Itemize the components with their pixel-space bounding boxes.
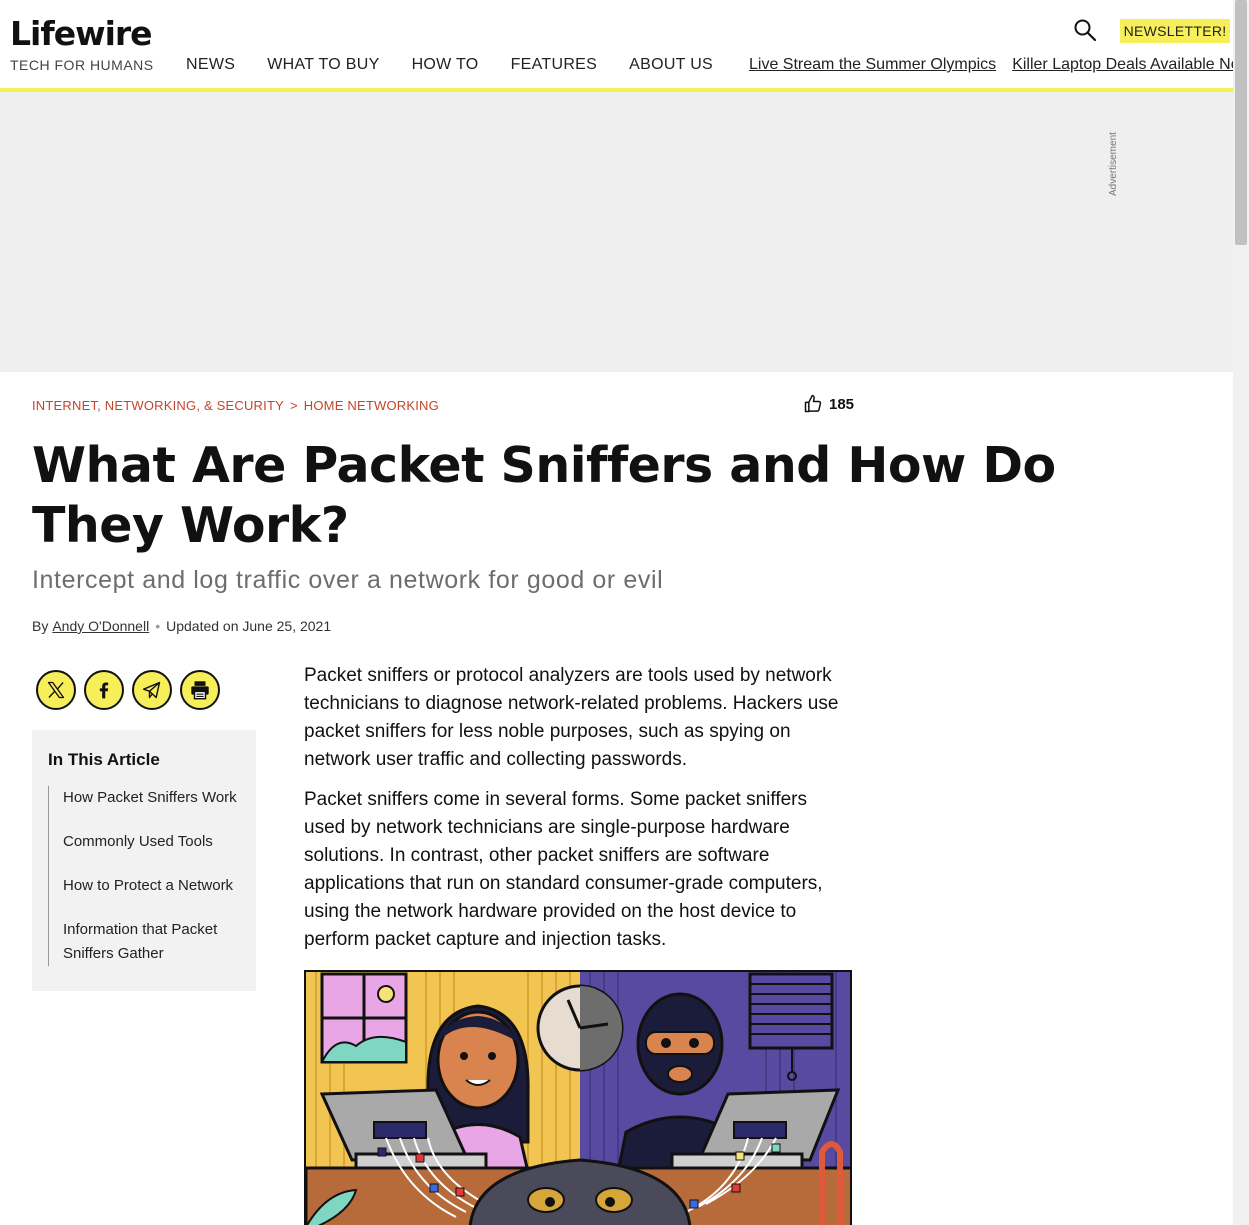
breadcrumb-item-home-networking[interactable]: HOME NETWORKING	[304, 398, 439, 413]
search-icon[interactable]	[1073, 18, 1097, 42]
byline-prefix: By	[32, 618, 49, 634]
breadcrumb-item-internet-networking-security[interactable]: INTERNET, NETWORKING, & SECURITY	[32, 398, 284, 413]
scrollbar-thumb[interactable]	[1235, 0, 1247, 245]
trending-link-olympics[interactable]: Live Stream the Summer Olympics	[749, 56, 996, 74]
toc-item-commonly-used-tools[interactable]: Commonly Used Tools	[63, 830, 248, 854]
byline: By Andy O'Donnell • Updated on June 25, …	[32, 618, 331, 634]
toc-list: How Packet Sniffers Work Commonly Used T…	[48, 786, 248, 966]
share-facebook-button[interactable]	[84, 670, 124, 710]
nav-item-news[interactable]: NEWS	[186, 56, 235, 74]
table-of-contents: In This Article How Packet Sniffers Work…	[32, 730, 256, 991]
breadcrumb: INTERNET, NETWORKING, & SECURITY > HOME …	[32, 398, 439, 413]
packet-sniffer-illustration-image	[306, 972, 850, 1225]
nav-item-what-to-buy[interactable]: WHAT TO BUY	[267, 56, 379, 74]
share-buttons	[36, 670, 220, 710]
article-paragraph: Packet sniffers come in several forms. S…	[304, 789, 823, 950]
toc-item-how-packet-sniffers-work[interactable]: How Packet Sniffers Work	[63, 786, 248, 810]
newsletter-button[interactable]: NEWSLETTER!	[1120, 19, 1230, 43]
nav-item-features[interactable]: FEATURES	[511, 56, 598, 74]
advertisement-banner[interactable]	[0, 92, 1233, 372]
advertisement-label: Advertisement	[1108, 132, 1119, 196]
x-icon	[47, 681, 65, 699]
breadcrumb-separator: >	[289, 398, 298, 413]
article-illustration	[304, 970, 852, 1225]
author-link[interactable]: Andy O'Donnell	[52, 618, 149, 634]
toc-item-information-packet-sniffers-gather[interactable]: Information that Packet Sniffers Gather	[63, 918, 248, 966]
nav-item-how-to[interactable]: HOW TO	[412, 56, 479, 74]
main-nav: NEWS WHAT TO BUY HOW TO FEATURES ABOUT U…	[186, 56, 745, 74]
print-icon	[191, 681, 209, 700]
toc-item-how-to-protect-a-network[interactable]: How to Protect a Network	[63, 874, 248, 898]
site-tagline: TECH FOR HUMANS	[10, 57, 154, 73]
toc-title: In This Article	[48, 750, 160, 769]
page-title: What Are Packet Sniffers and How Do They…	[32, 437, 1056, 554]
trending-link-laptop-deals[interactable]: Killer Laptop Deals Available Now	[1012, 56, 1249, 74]
share-email-button[interactable]	[132, 670, 172, 710]
share-x-button[interactable]	[36, 670, 76, 710]
site-logo[interactable]: Lifewire	[10, 14, 153, 53]
page-subtitle: Intercept and log traffic over a network…	[32, 566, 664, 594]
like-count: 185	[829, 395, 855, 413]
facebook-icon	[99, 682, 109, 699]
trending-links: Live Stream the Summer Olympics Killer L…	[749, 56, 1249, 74]
share-print-button[interactable]	[180, 670, 220, 710]
email-send-icon	[142, 681, 161, 699]
article-body: Packet sniffers or protocol analyzers ar…	[304, 662, 852, 966]
like-button[interactable]: 185	[803, 394, 854, 414]
nav-item-about-us[interactable]: ABOUT US	[629, 56, 713, 74]
article-paragraph: Packet sniffers or protocol analyzers ar…	[304, 665, 839, 770]
thumbs-up-icon	[804, 394, 822, 413]
site-header: Lifewire TECH FOR HUMANS NEWS WHAT TO BU…	[0, 0, 1249, 90]
updated-date: Updated on June 25, 2021	[166, 618, 332, 634]
byline-dot: •	[155, 618, 161, 634]
